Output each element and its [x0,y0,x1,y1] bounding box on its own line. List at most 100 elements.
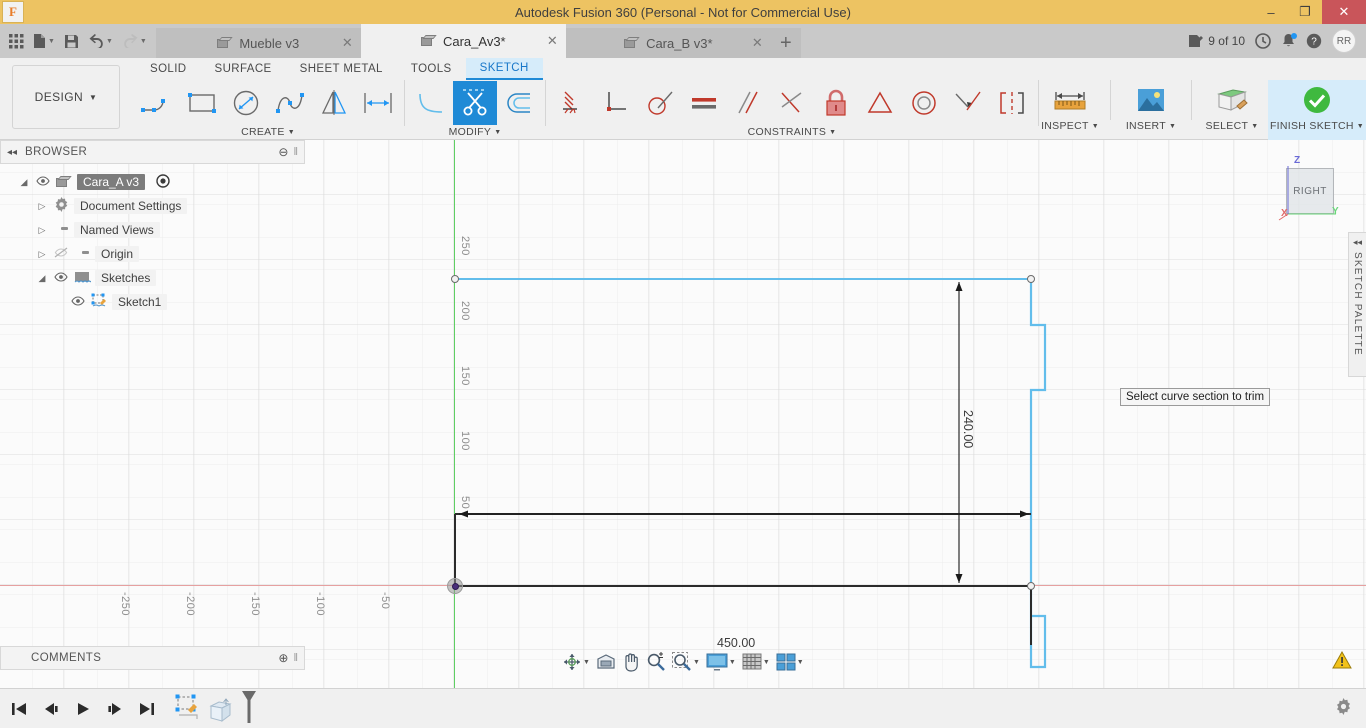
chevron-down-icon[interactable]: ▼ [797,659,804,666]
sketch-canvas[interactable]: 250 200 150 100 50 -250 -200 -150 -100 -… [0,140,1366,688]
close-icon[interactable]: ✕ [1322,0,1366,24]
ribbon-group-create-label[interactable]: CREATE ▼ [241,126,295,138]
clock-icon[interactable] [1255,33,1271,49]
chevron-down-icon[interactable]: ▼ [693,659,700,666]
tree-item-sketches[interactable]: ◢ Sketches [0,266,210,290]
ribbon-group-constraints-label[interactable]: CONSTRAINTS ▼ [748,126,837,138]
origin-point[interactable] [447,578,463,594]
line-tool[interactable] [136,81,180,125]
tab-sketch[interactable]: SKETCH [465,58,543,80]
collinear-constraint[interactable] [770,81,814,125]
symmetry-constraint[interactable] [990,81,1034,125]
document-tab-cara-a[interactable]: Cara_Av3* ✕ [360,24,566,58]
sketch-point-bottom-right[interactable] [1027,582,1035,590]
comments-panel-header[interactable]: COMMENTS ⊕ ‖ [0,646,305,670]
tree-item-named-views[interactable]: ▷ Named Views [0,218,210,242]
avatar[interactable]: RR [1332,29,1356,53]
curvature-constraint[interactable] [946,81,990,125]
tree-item-sketch1[interactable]: Sketch1 [0,290,210,314]
job-status[interactable]: 9 of 10 [1188,34,1245,48]
expander-icon[interactable]: ▷ [36,249,48,260]
concentric-constraint[interactable] [902,81,946,125]
app-grid-icon[interactable] [6,28,27,54]
undo-icon[interactable]: ▼ [85,28,116,54]
chevron-down-icon[interactable]: ▼ [729,659,736,666]
document-tab-cara-b[interactable]: Cara_B v3* ✕ [565,28,771,58]
visibility-icon[interactable] [53,271,69,285]
zoom-tool[interactable] [644,651,668,673]
redo-icon[interactable]: ▼ [119,28,150,54]
timeline-end[interactable] [136,697,158,721]
chevron-down-icon[interactable]: ▼ [583,659,590,666]
close-icon[interactable]: ✕ [342,35,353,51]
tab-surface[interactable]: SURFACE [201,58,286,80]
collapse-icon[interactable]: ◂◂ [1353,237,1362,248]
tab-sheet-metal[interactable]: SHEET METAL [286,58,397,80]
ribbon-group-finish-sketch[interactable]: FINISH SKETCH ▼ [1268,80,1366,140]
midpoint-constraint[interactable] [858,81,902,125]
close-icon[interactable]: ✕ [547,33,558,49]
viewports[interactable]: ▼ [774,651,806,673]
offset-tool[interactable] [497,81,541,125]
grip-icon[interactable]: ‖ [293,652,298,664]
minus-icon[interactable]: ⊖ [278,145,288,159]
close-icon[interactable]: ✕ [752,35,763,51]
collapse-icon[interactable]: ◂◂ [7,147,17,158]
timeline-step-forward[interactable] [104,697,126,721]
visibility-icon[interactable] [70,295,86,309]
fix-constraint[interactable] [814,81,858,125]
zoom-window-tool[interactable]: ▼ [670,651,702,673]
restore-icon[interactable]: ❐ [1288,0,1322,24]
timeline-step-back[interactable] [40,697,62,721]
expander-icon[interactable]: ◢ [36,273,48,284]
timeline-feature-sketch1[interactable] [174,694,206,727]
minimize-icon[interactable]: – [1254,0,1288,24]
activate-radio[interactable] [156,173,170,191]
timeline-begin[interactable] [8,697,30,721]
tab-solid[interactable]: SOLID [136,58,201,80]
tree-item-origin[interactable]: ▷ Origin [0,242,210,266]
fillet-tool[interactable] [409,81,453,125]
fix-unfix-constraint[interactable] [550,81,594,125]
save-icon[interactable] [61,28,82,54]
document-tab-mueble[interactable]: Mueble v3 ✕ [155,28,361,58]
grid-snaps[interactable]: ▼ [740,651,772,673]
equal-constraint[interactable] [682,81,726,125]
trim-tool[interactable] [453,81,497,125]
circle-tool[interactable] [224,81,268,125]
warning-icon[interactable] [1332,650,1352,672]
tree-item-document-settings[interactable]: ▷ Document Settings [0,194,210,218]
new-file-icon[interactable]: ▼ [30,28,58,54]
help-icon[interactable]: ? [1306,33,1322,49]
look-at-tool[interactable] [594,651,618,673]
expander-icon[interactable]: ◢ [18,177,30,188]
ribbon-group-inspect[interactable]: INSPECT ▼ [1034,80,1106,140]
add-comment-icon[interactable]: ⊕ [278,651,288,665]
tangent-constraint[interactable] [638,81,682,125]
bell-icon[interactable] [1281,33,1297,49]
horizontal-dimension-value[interactable]: 450.00 [717,636,755,650]
visibility-icon[interactable] [35,175,51,189]
perpendicular-constraint[interactable] [594,81,638,125]
orbit-tool[interactable]: ▼ [560,651,592,673]
workspace-selector[interactable]: DESIGN ▼ [12,65,120,129]
parallel-constraint[interactable] [726,81,770,125]
expander-icon[interactable]: ▷ [36,201,48,212]
grip-icon[interactable]: ‖ [293,146,298,158]
ribbon-group-modify-label[interactable]: MODIFY ▼ [449,126,502,138]
visibility-off-icon[interactable] [53,247,69,261]
spline-tool[interactable] [268,81,312,125]
tab-tools[interactable]: TOOLS [397,58,466,80]
display-settings[interactable]: ▼ [704,651,738,673]
sketch-point-top-left[interactable] [451,275,459,283]
new-tab-button[interactable]: + [770,28,801,58]
gear-icon[interactable] [1335,697,1352,720]
vertical-dimension-value[interactable]: 240.00 [961,410,975,448]
sketch-point-top-right[interactable] [1027,275,1035,283]
expander-icon[interactable]: ▷ [36,225,48,236]
window-controls[interactable]: – ❐ ✕ [1254,0,1366,24]
ribbon-group-select[interactable]: SELECT ▼ [1196,80,1268,140]
chevron-down-icon[interactable]: ▼ [763,659,770,666]
sketch-palette-tab[interactable]: ◂◂ SKETCH PALETTE [1348,232,1366,377]
dimension-tool[interactable] [356,81,400,125]
